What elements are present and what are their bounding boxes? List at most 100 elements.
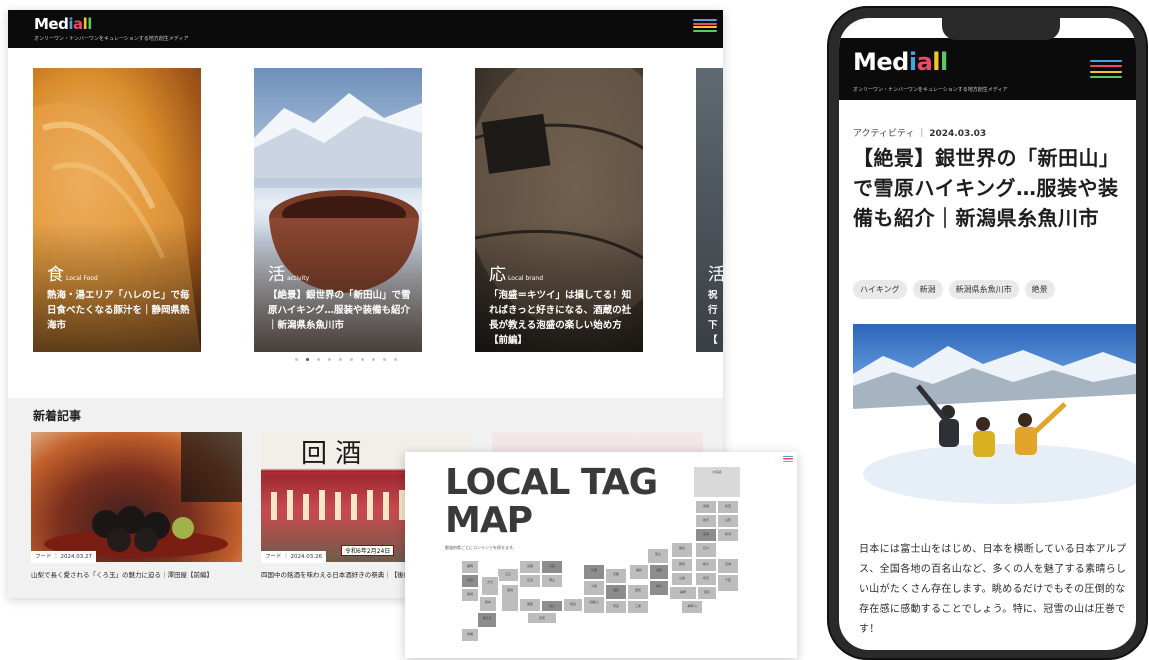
prefecture-tile[interactable]: 群馬 — [671, 558, 693, 572]
prefecture-tile[interactable]: 高知 — [527, 612, 557, 624]
tag-chip[interactable]: 新潟 — [912, 280, 943, 299]
prefecture-tile[interactable]: 滋賀 — [605, 584, 627, 600]
prefecture-tile[interactable]: 茨城 — [717, 558, 739, 574]
menu-icon[interactable] — [693, 19, 717, 32]
prefecture-tile[interactable]: 北海道 — [693, 466, 741, 498]
prefecture-tile[interactable]: 長野 — [649, 564, 669, 580]
phone-header: Mediall オンリーワン・ナンバーワンをキュレーションする地方創生メディア — [839, 38, 1136, 100]
prefecture-tile[interactable]: 新潟 — [717, 528, 739, 542]
tag-chip[interactable]: 新潟県糸魚川市 — [948, 280, 1019, 299]
prefecture-tile[interactable]: 山梨 — [671, 572, 693, 586]
kurodama-photo — [44, 432, 242, 558]
logo-letter-i: i — [908, 48, 917, 76]
slide-category: 活 — [708, 265, 723, 285]
prefecture-tile[interactable]: 鹿児島 — [477, 612, 497, 628]
prefecture-tile[interactable]: 石川 — [695, 542, 717, 558]
prefecture-tile[interactable]: 静岡 — [669, 586, 697, 600]
prefecture-tile[interactable]: 山口 — [497, 568, 519, 582]
prefecture-tile[interactable]: 沖縄 — [461, 628, 479, 642]
pagination-dot[interactable] — [295, 358, 298, 361]
slide-category: 食 Local Food — [47, 265, 98, 285]
pagination-dot[interactable] — [317, 358, 320, 361]
tag-chip[interactable]: ハイキング — [853, 280, 907, 299]
prefecture-tile[interactable]: 京都 — [605, 568, 627, 584]
prefecture-tile[interactable]: 和歌山 — [583, 596, 605, 614]
prefecture-tile[interactable]: 栃木 — [695, 558, 717, 572]
article-date: 2024.03.03 — [929, 129, 987, 139]
prefecture-tile[interactable]: 岡山 — [541, 574, 563, 588]
prefecture-tile[interactable]: 神奈川 — [681, 600, 703, 614]
prefecture-tile[interactable]: 奈良 — [605, 600, 627, 614]
menu-icon[interactable] — [1090, 60, 1122, 78]
prefecture-tile[interactable]: 山形 — [717, 514, 739, 528]
phone-screen: Mediall オンリーワン・ナンバーワンをキュレーションする地方創生メディア … — [839, 18, 1136, 650]
slide-card[interactable]: 応 Local brand 「泡盛＝キツイ」は損してる！知ればきっと好きになる、酒… — [475, 68, 643, 352]
prefecture-tile[interactable]: 福岡 — [461, 560, 479, 574]
slider-pagination[interactable] — [295, 358, 397, 361]
slide-title: 【絶景】銀世界の「新田山」で雪原ハイキング…服装や装備も紹介｜新潟県糸魚川市 — [268, 290, 411, 331]
logo-letter-a: a — [73, 15, 83, 33]
showcase-stage: Mediall オンリーワン・ナンバーワンをキュレーションする地方創生メディア … — [0, 0, 1149, 660]
snow-hikers-photo — [853, 346, 1136, 512]
article-category[interactable]: アクティビティ — [853, 129, 914, 139]
prefecture-tile[interactable]: 岐阜 — [649, 580, 669, 596]
prefecture-tile[interactable]: 千葉 — [717, 574, 739, 592]
pagination-dot[interactable] — [383, 358, 386, 361]
news-title[interactable]: 山梨で長く愛される「くろ玉」の魅力に迫る｜澤田屋【前編】 — [31, 570, 241, 580]
prefecture-tile[interactable]: 長崎 — [461, 588, 479, 602]
prefecture-tile[interactable]: 広島 — [519, 574, 541, 588]
phone-logo[interactable]: Mediall — [853, 48, 948, 76]
pagination-dot[interactable] — [350, 358, 353, 361]
map-title-line1: LOCAL TAG — [445, 462, 658, 503]
prefecture-tile[interactable]: 大分 — [481, 576, 499, 596]
desktop-tagline: オンリーワン・ナンバーワンをキュレーションする地方創生メディア — [34, 36, 189, 42]
slide-title: 祝行下【 — [708, 290, 718, 346]
news-date-badge: 令和6年2月24日 — [341, 545, 395, 556]
prefecture-tile[interactable]: 愛知 — [627, 584, 649, 600]
phone-tagline: オンリーワン・ナンバーワンをキュレーションする地方創生メディア — [853, 87, 1008, 93]
pagination-dot[interactable] — [361, 358, 364, 361]
prefecture-tile[interactable]: 秋田 — [717, 500, 739, 514]
logo-text: Med — [853, 48, 909, 76]
news-meta: フード ｜ 2024.03.26 — [261, 551, 326, 563]
menu-icon[interactable] — [783, 456, 793, 462]
tag-chip[interactable]: 絶景 — [1024, 280, 1055, 299]
desktop-header: Mediall オンリーワン・ナンバーワンをキュレーションする地方創生メディア — [8, 10, 723, 48]
pagination-dot[interactable] — [372, 358, 375, 361]
pagination-dot[interactable] — [328, 358, 331, 361]
prefecture-tile[interactable]: 熊本 — [479, 596, 497, 612]
prefecture-tile[interactable]: 岩手 — [695, 514, 717, 528]
prefecture-tile[interactable]: 福島 — [671, 542, 693, 558]
slide-card[interactable]: 活 activity 【絶景】銀世界の「新田山」で雪原ハイキング…服装や装備も紹介… — [254, 68, 422, 352]
prefecture-tile[interactable]: 富山 — [647, 548, 669, 564]
prefecture-tile[interactable]: 埼玉 — [695, 572, 717, 586]
slide-category: 応 Local brand — [489, 265, 544, 285]
slide-card-partial[interactable]: 活 祝行下【 — [696, 68, 723, 352]
prefecture-tile[interactable]: 鳥取 — [541, 560, 563, 574]
prefecture-tile[interactable]: 佐賀 — [461, 574, 479, 588]
prefecture-tile[interactable]: 福井 — [629, 564, 649, 580]
prefecture-tile[interactable]: 東京 — [697, 586, 717, 600]
logo-letter-l: l — [940, 48, 948, 76]
article-title: 【絶景】銀世界の「新田山」で雪原ハイキング…服装や装備も紹介｜新潟県糸魚川市 — [853, 146, 1120, 230]
slide-card[interactable]: 食 Local Food 熱海・湯エリア「ハレのヒ」で毎日食べたくなる豚汁を｜静岡… — [33, 68, 201, 352]
phone-mockup: Mediall オンリーワン・ナンバーワンをキュレーションする地方創生メディア … — [827, 6, 1148, 660]
news-heading: 新着記事 — [33, 409, 82, 423]
desktop-logo[interactable]: Mediall — [34, 15, 92, 33]
map-subtitle: 都道府県ごとにコンテンツを探せます。 — [445, 545, 517, 550]
prefecture-tile[interactable]: 香川 — [541, 600, 563, 612]
pagination-dot-active[interactable] — [306, 358, 309, 361]
prefecture-tile[interactable]: 兵庫 — [583, 564, 605, 580]
prefecture-tile[interactable]: 愛媛 — [519, 598, 541, 612]
prefecture-tile[interactable]: 宮城 — [695, 528, 717, 542]
prefecture-tile[interactable]: 青森 — [695, 500, 717, 514]
prefecture-tile[interactable]: 徳島 — [563, 598, 583, 612]
pagination-dot[interactable] — [339, 358, 342, 361]
prefecture-tile[interactable]: 島根 — [519, 560, 541, 574]
slide-title: 「泡盛＝キツイ」は損してる！知ればきっと好きになる、酒蔵の社長が教える泡盛の楽し… — [489, 290, 632, 346]
news-card-image[interactable] — [31, 432, 242, 562]
prefecture-tile[interactable]: 宮崎 — [501, 584, 519, 612]
pagination-dot[interactable] — [394, 358, 397, 361]
prefecture-tile[interactable]: 三重 — [627, 600, 649, 614]
prefecture-tile[interactable]: 大阪 — [583, 580, 605, 596]
